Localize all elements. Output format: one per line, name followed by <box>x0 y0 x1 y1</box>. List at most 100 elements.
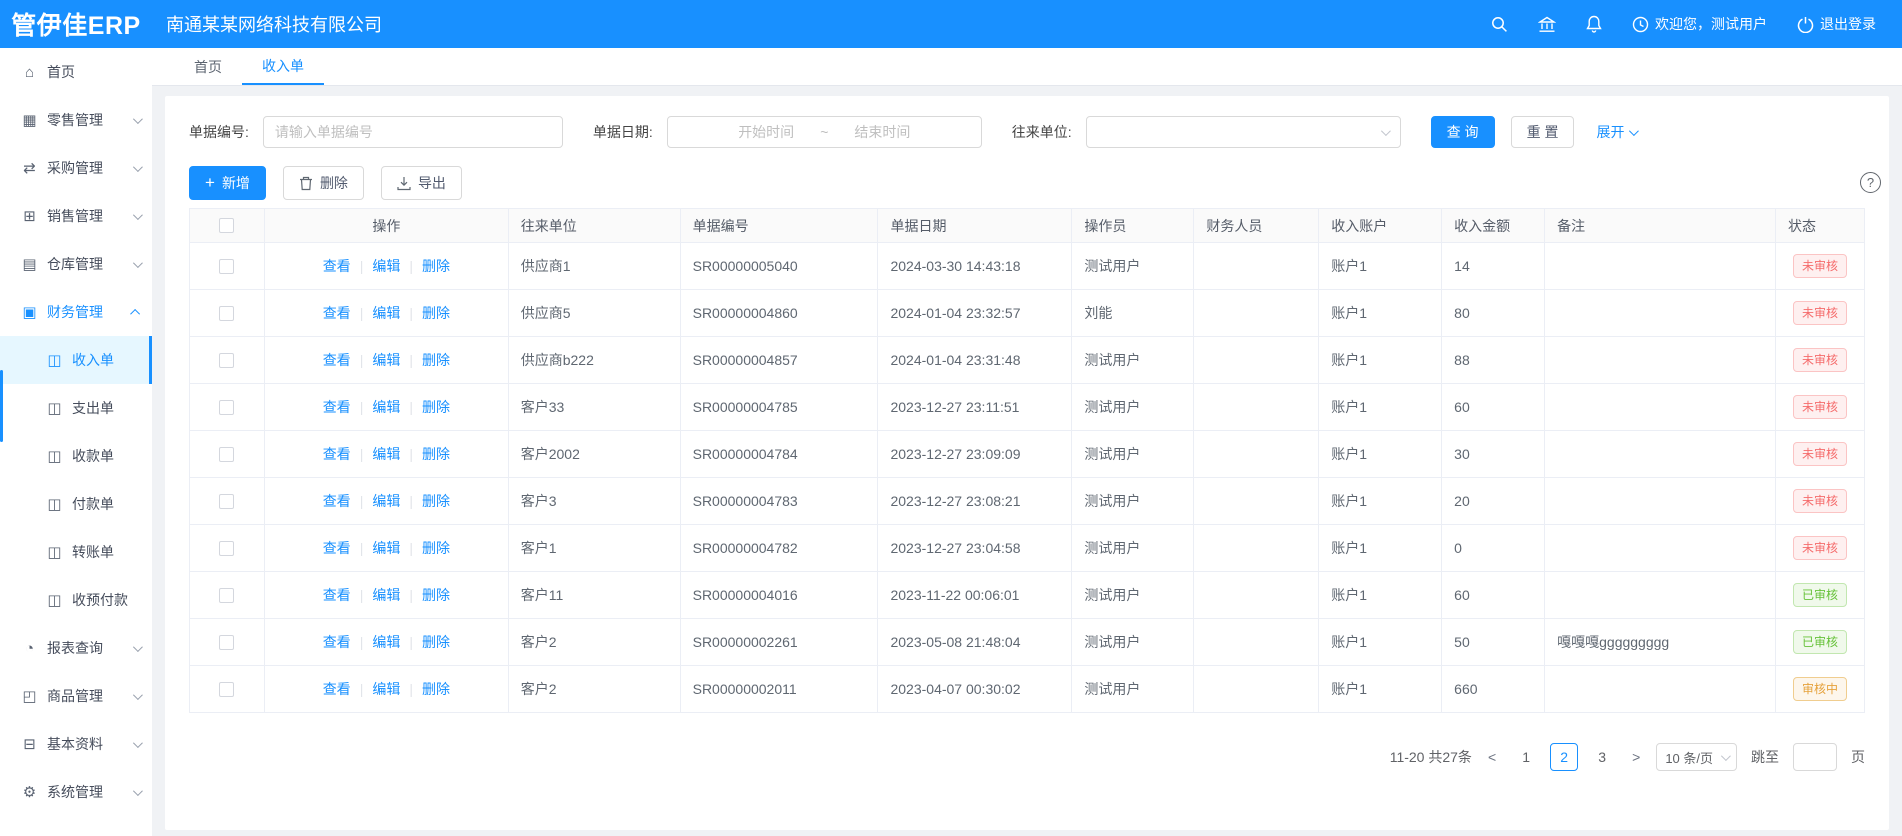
sidebar-item[interactable]: ◫转账单 <box>0 528 152 576</box>
row-checkbox[interactable] <box>219 541 234 556</box>
sidebar-item[interactable]: ◰商品管理 <box>0 672 152 720</box>
logout-button[interactable]: 退出登录 <box>1797 14 1876 34</box>
row-checkbox[interactable] <box>219 682 234 697</box>
bill-no-input[interactable] <box>263 116 563 148</box>
row-action-delete[interactable]: 删除 <box>422 397 450 417</box>
row-action-delete[interactable]: 删除 <box>422 585 450 605</box>
sidebar-item[interactable]: ◫支出单 <box>0 384 152 432</box>
page-number[interactable]: 1 <box>1512 743 1540 771</box>
sidebar-item[interactable]: ⌂首页 <box>0 48 152 96</box>
add-button[interactable]: + 新增 <box>189 166 266 200</box>
row-action-view[interactable]: 查看 <box>323 538 351 558</box>
sidebar-item[interactable]: ◔报表查询 <box>0 624 152 672</box>
row-checkbox[interactable] <box>219 635 234 650</box>
prev-page-button[interactable]: < <box>1486 749 1498 765</box>
cell-remark <box>1545 666 1776 713</box>
page-number[interactable]: 3 <box>1588 743 1616 771</box>
partner-select[interactable] <box>1086 116 1401 148</box>
purchase-icon: ⇄ <box>21 159 38 177</box>
row-checkbox[interactable] <box>219 588 234 603</box>
row-action-view[interactable]: 查看 <box>323 350 351 370</box>
row-action-view[interactable]: 查看 <box>323 632 351 652</box>
row-action-view[interactable]: 查看 <box>323 444 351 464</box>
search-button[interactable]: 查 询 <box>1431 116 1495 148</box>
row-checkbox[interactable] <box>219 353 234 368</box>
chevron-down-icon <box>133 642 143 652</box>
sidebar-scrollbar-thumb[interactable] <box>0 370 3 442</box>
page-number-current[interactable]: 2 <box>1550 743 1578 771</box>
row-action-delete[interactable]: 删除 <box>422 303 450 323</box>
row-action-edit[interactable]: 编辑 <box>372 632 400 652</box>
tab-income-bill[interactable]: 收入单 <box>242 48 324 85</box>
tab-bar: 首页 收入单 <box>152 48 1902 86</box>
row-action-delete[interactable]: 删除 <box>422 538 450 558</box>
row-action-delete[interactable]: 删除 <box>422 679 450 699</box>
sidebar-item[interactable]: ◫收入单 <box>0 336 152 384</box>
row-action-delete[interactable]: 删除 <box>422 444 450 464</box>
sidebar-item[interactable]: ▣财务管理 <box>0 288 152 336</box>
sidebar-item[interactable]: ▦零售管理 <box>0 96 152 144</box>
action-separator: | <box>409 634 413 650</box>
sidebar-item[interactable]: ◫付款单 <box>0 480 152 528</box>
sidebar-item[interactable]: ⊟基本资料 <box>0 720 152 768</box>
row-action-edit[interactable]: 编辑 <box>372 303 400 323</box>
sidebar-item[interactable]: ◫收款单 <box>0 432 152 480</box>
cell-operator: 测试用户 <box>1072 619 1194 666</box>
row-checkbox[interactable] <box>219 306 234 321</box>
export-button[interactable]: 导出 <box>381 166 462 200</box>
select-all-checkbox[interactable] <box>219 218 234 233</box>
row-action-view[interactable]: 查看 <box>323 397 351 417</box>
column-header: 状态 <box>1775 209 1864 243</box>
sidebar-item[interactable]: ⇄采购管理 <box>0 144 152 192</box>
row-action-delete[interactable]: 删除 <box>422 491 450 511</box>
sidebar-item[interactable]: ⚙系统管理 <box>0 768 152 816</box>
doc-icon: ◫ <box>46 399 63 417</box>
row-action-edit[interactable]: 编辑 <box>372 397 400 417</box>
expand-link[interactable]: 展开 <box>1596 122 1636 142</box>
sidebar-item[interactable]: ▤仓库管理 <box>0 240 152 288</box>
reset-button[interactable]: 重 置 <box>1511 116 1575 148</box>
delete-button[interactable]: 删除 <box>283 166 364 200</box>
bank-icon[interactable] <box>1538 16 1556 33</box>
sidebar-item[interactable]: ⊞销售管理 <box>0 192 152 240</box>
sidebar: ⌂首页▦零售管理⇄采购管理⊞销售管理▤仓库管理▣财务管理◫收入单◫支出单◫收款单… <box>0 48 152 836</box>
jump-page-input[interactable] <box>1793 743 1837 771</box>
bill-date-range-picker[interactable]: 开始时间 ~ 结束时间 <box>667 116 982 148</box>
bell-icon[interactable] <box>1586 15 1602 33</box>
row-checkbox[interactable] <box>219 447 234 462</box>
row-action-edit[interactable]: 编辑 <box>372 256 400 276</box>
row-action-edit[interactable]: 编辑 <box>372 679 400 699</box>
cell-finance <box>1194 666 1319 713</box>
next-page-button[interactable]: > <box>1630 749 1642 765</box>
cell-remark <box>1545 290 1776 337</box>
app-logo: 管伊佳ERP <box>0 6 152 42</box>
row-action-view[interactable]: 查看 <box>323 585 351 605</box>
help-icon[interactable]: ? <box>1860 172 1881 193</box>
row-action-edit[interactable]: 编辑 <box>372 350 400 370</box>
row-checkbox[interactable] <box>219 259 234 274</box>
row-action-view[interactable]: 查看 <box>323 256 351 276</box>
row-action-delete[interactable]: 删除 <box>422 350 450 370</box>
row-action-view[interactable]: 查看 <box>323 491 351 511</box>
row-action-delete[interactable]: 删除 <box>422 256 450 276</box>
row-action-edit[interactable]: 编辑 <box>372 585 400 605</box>
page-size-select[interactable]: 10 条/页 <box>1656 743 1737 771</box>
tab-home[interactable]: 首页 <box>174 48 242 85</box>
row-action-view[interactable]: 查看 <box>323 679 351 699</box>
chevron-down-icon <box>133 162 143 172</box>
row-action-view[interactable]: 查看 <box>323 303 351 323</box>
row-action-edit[interactable]: 编辑 <box>372 444 400 464</box>
sidebar-item[interactable]: ◫收预付款 <box>0 576 152 624</box>
welcome-user[interactable]: 欢迎您，测试用户 <box>1632 14 1767 34</box>
row-action-edit[interactable]: 编辑 <box>372 491 400 511</box>
row-action-edit[interactable]: 编辑 <box>372 538 400 558</box>
row-checkbox[interactable] <box>219 494 234 509</box>
cell-account: 账户1 <box>1319 572 1442 619</box>
action-separator: | <box>409 587 413 603</box>
search-icon[interactable] <box>1491 16 1508 33</box>
cell-operator: 测试用户 <box>1072 525 1194 572</box>
cell-bill_no: SR00000004782 <box>680 525 878 572</box>
chevron-down-icon <box>1721 751 1731 761</box>
row-action-delete[interactable]: 删除 <box>422 632 450 652</box>
row-checkbox[interactable] <box>219 400 234 415</box>
